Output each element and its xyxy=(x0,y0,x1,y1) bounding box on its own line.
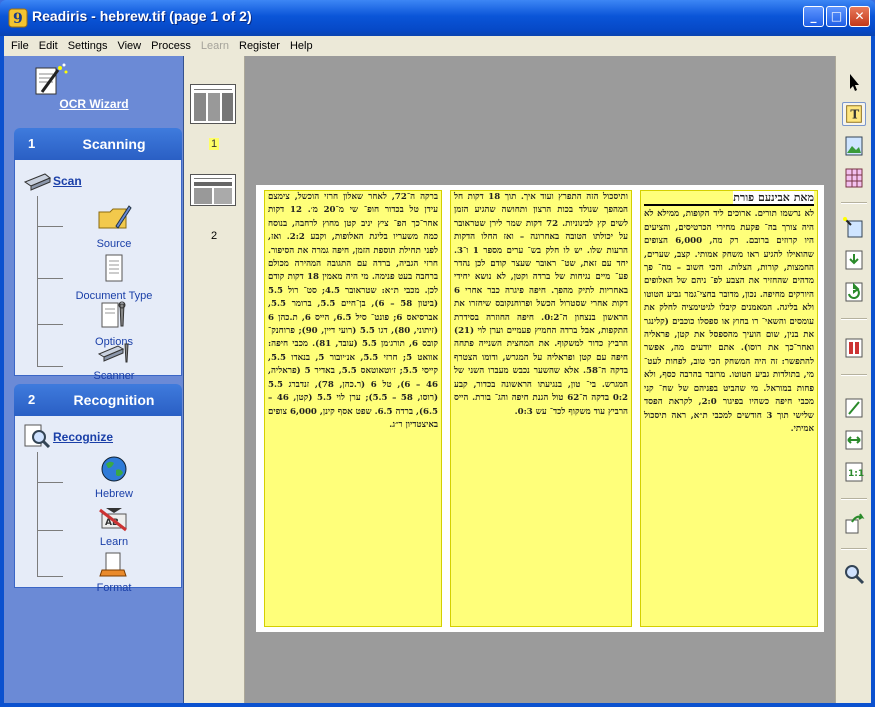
page-thumbnail-2[interactable] xyxy=(190,174,236,206)
magic-wand-icon[interactable] xyxy=(28,62,72,102)
pointer-icon[interactable] xyxy=(842,70,866,94)
menu-help[interactable]: Help xyxy=(285,40,318,52)
picture-zone-icon[interactable] xyxy=(842,134,866,158)
zoom-icon[interactable] xyxy=(842,562,866,586)
format-label: Format xyxy=(96,582,132,594)
document-type-icon xyxy=(105,254,123,282)
column-text: ברקה ה־72, לאחר שאלון חרזי הוכשל, צימצם … xyxy=(268,192,439,430)
globe-icon xyxy=(101,456,127,482)
toolbar-separator xyxy=(841,202,867,204)
download-zone-icon[interactable] xyxy=(842,248,866,272)
tree-line xyxy=(37,278,63,279)
column-text: לא נרשמו תורים. ארוכים ליד הקופות, ממילא… xyxy=(644,209,815,434)
page-number-1: 1 xyxy=(208,138,220,150)
zone-toolbar: T 1:1 xyxy=(835,56,871,703)
options-icon xyxy=(101,301,126,328)
format-icon xyxy=(99,552,127,577)
scanner-option[interactable]: Scanner xyxy=(69,340,159,382)
format-option[interactable]: Format xyxy=(69,550,159,594)
order-zones-icon[interactable] xyxy=(842,336,866,360)
page-thumbnails-panel: 1 2 xyxy=(184,56,245,703)
readiris-app-icon: 9 xyxy=(8,8,28,28)
step-number: 1 xyxy=(28,136,36,151)
article-byline: מאת אבינעם פורת xyxy=(644,191,814,207)
title-bar: 9 Readiris - hebrew.tif (page 1 of 2) _ … xyxy=(0,0,875,36)
learn-label: Learn xyxy=(99,536,129,548)
menu-learn: Learn xyxy=(200,40,229,52)
svg-text:1:1: 1:1 xyxy=(848,469,864,479)
text-zone-icon[interactable]: T xyxy=(842,102,866,126)
scanning-step-header[interactable]: 1 Scanning xyxy=(14,128,182,160)
window-frame-right xyxy=(871,36,875,707)
toolbar-separator xyxy=(841,548,867,550)
menu-file[interactable]: File xyxy=(6,40,34,52)
learn-option[interactable]: AB Learn xyxy=(69,504,159,548)
tree-line xyxy=(37,530,63,531)
page-number-2: 2 xyxy=(210,230,218,242)
menu-view[interactable]: View xyxy=(112,40,146,52)
magnifier-document-icon[interactable] xyxy=(23,424,51,448)
tree-line xyxy=(37,366,63,367)
menu-settings[interactable]: Settings xyxy=(63,40,113,52)
hebrew-label: Hebrew xyxy=(95,488,133,500)
tree-line xyxy=(37,482,63,483)
tree-line xyxy=(37,196,38,366)
toolbar-separator xyxy=(841,498,867,500)
column-text: ותיסכול הזה התפרץ ועוד איך. תוך 18 דקות … xyxy=(454,192,629,417)
rotate-icon[interactable] xyxy=(842,512,866,536)
tree-line xyxy=(37,576,63,577)
document-type-option[interactable]: Document Type xyxy=(69,252,159,302)
hebrew-language-option[interactable]: Hebrew xyxy=(69,454,159,500)
scanner-settings-icon xyxy=(97,343,129,363)
tree-line xyxy=(37,226,63,227)
menu-process[interactable]: Process xyxy=(146,40,196,52)
source-label: Source xyxy=(96,238,132,250)
fit-page-icon[interactable] xyxy=(842,396,866,420)
text-zone-middle-column[interactable]: ותיסכול הזה התפרץ ועוד איך. תוך 18 דקות … xyxy=(450,190,632,627)
document-view[interactable]: מאת אבינעם פורת לא נרשמו תורים. ארוכים ל… xyxy=(245,56,835,703)
scanned-page[interactable]: מאת אבינעם פורת לא נרשמו תורים. ארוכים ל… xyxy=(256,185,824,632)
recognize-link[interactable]: Recognize xyxy=(53,430,113,444)
recognition-step-header[interactable]: 2 Recognition xyxy=(14,384,182,416)
page-thumbnail-1[interactable] xyxy=(190,84,236,124)
svg-text:T: T xyxy=(850,108,859,122)
toolbar-separator xyxy=(841,318,867,320)
close-button[interactable]: ✕ xyxy=(849,6,870,27)
step-label: Recognition xyxy=(73,392,155,408)
svg-text:9: 9 xyxy=(13,11,23,27)
recognition-step-body: Recognize Hebrew AB Learn Format xyxy=(14,416,182,594)
step-number: 2 xyxy=(28,392,36,407)
maximize-button[interactable]: □ xyxy=(826,6,847,27)
table-zone-icon[interactable] xyxy=(842,166,866,190)
text-zone-right-column[interactable]: מאת אבינעם פורת לא נרשמו תורים. ארוכים ל… xyxy=(640,190,818,627)
menu-bar: File Edit Settings View Process Learn Re… xyxy=(4,36,871,56)
window-frame-bottom xyxy=(0,703,875,707)
tree-line xyxy=(37,324,63,325)
source-option[interactable]: Source xyxy=(69,200,159,250)
step-label: Scanning xyxy=(82,136,146,152)
actual-size-icon[interactable]: 1:1 xyxy=(842,460,866,484)
fit-width-icon[interactable] xyxy=(842,428,866,452)
minimize-button[interactable]: _ xyxy=(803,6,824,27)
scanner-label: Scanner xyxy=(93,370,135,382)
tree-line xyxy=(37,452,38,576)
scanning-step-body: Scan Source Document Type Options Scanne… xyxy=(14,160,182,382)
window-title: Readiris - hebrew.tif (page 1 of 2) xyxy=(32,8,252,24)
ocr-wizard-panel: OCR Wizard 1 Scanning Scan Source Docume… xyxy=(4,56,184,703)
auto-zone-icon[interactable] xyxy=(842,216,866,240)
toolbar-separator xyxy=(841,374,867,376)
refresh-zone-icon[interactable] xyxy=(842,280,866,304)
ocr-wizard-header: OCR Wizard xyxy=(14,62,174,116)
recognition-step: 2 Recognition Recognize Hebrew AB Learn … xyxy=(14,384,182,594)
learn-icon: AB xyxy=(99,508,127,532)
scan-link[interactable]: Scan xyxy=(53,174,82,188)
ocr-wizard-link[interactable]: OCR Wizard xyxy=(14,97,174,111)
scanning-step: 1 Scanning Scan Source Document Type Opt… xyxy=(14,128,182,382)
scanner-icon[interactable] xyxy=(23,168,51,192)
source-folder-icon xyxy=(98,205,132,229)
text-zone-left-column[interactable]: ברקה ה־72, לאחר שאלון חרזי הוכשל, צימצם … xyxy=(264,190,442,627)
menu-edit[interactable]: Edit xyxy=(34,40,63,52)
menu-register[interactable]: Register xyxy=(234,40,285,52)
